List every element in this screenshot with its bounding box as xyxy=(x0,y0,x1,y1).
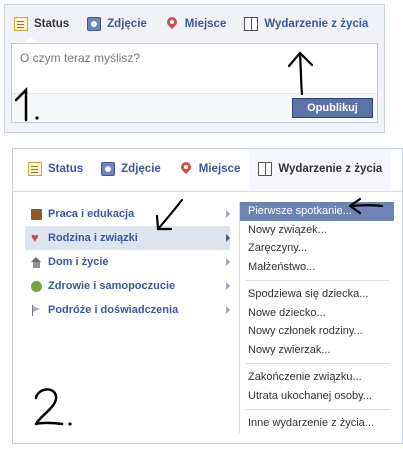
chevron-right-icon xyxy=(226,210,230,218)
category-label: Rodzina i związki xyxy=(48,232,138,244)
menu-item-expecting-baby[interactable]: Spodziewa się dziecka... xyxy=(240,285,394,304)
tab-label: Wydarzenie z życia xyxy=(278,163,383,175)
tab-label: Status xyxy=(34,18,70,30)
tab-label: Zdjęcie xyxy=(107,18,147,30)
subcategory-list: Pierwsze spotkanie... Nowy związek... Za… xyxy=(239,202,394,433)
photo-icon xyxy=(87,17,102,31)
menu-item-loss-loved-one[interactable]: Utrata ukochanej osoby... xyxy=(240,387,394,406)
tab-photo[interactable]: Zdjęcie xyxy=(92,149,170,189)
tab-life-event[interactable]: Wydarzenie z życia xyxy=(235,5,377,43)
house-icon xyxy=(31,256,42,268)
category-travel-experiences[interactable]: Podróże i doświadczenia xyxy=(25,298,230,322)
status-input[interactable]: O czym teraz myślisz? xyxy=(12,44,377,96)
book-icon xyxy=(258,162,273,176)
category-home-living[interactable]: Dom i życie xyxy=(25,250,230,274)
life-event-menu: Praca i edukacja Rodzina i związki Dom i… xyxy=(13,191,402,443)
tab-label: Status xyxy=(48,163,84,175)
menu-item-end-relationship[interactable]: Zakończenie związku... xyxy=(240,368,394,387)
composer-tabs: Status Zdjęcie Miejsce Wydarzenie z życi… xyxy=(5,5,384,44)
tab-place[interactable]: Miejsce xyxy=(156,5,236,43)
menu-divider xyxy=(246,280,390,281)
tab-status[interactable]: Status xyxy=(19,149,92,189)
menu-item-engagement[interactable]: Zaręczyny... xyxy=(240,239,394,258)
menu-divider xyxy=(246,409,390,410)
menu-item-new-relationship[interactable]: Nowy związek... xyxy=(240,221,394,240)
menu-item-first-met[interactable]: Pierwsze spotkanie... xyxy=(240,202,394,221)
menu-item-other-life-event[interactable]: Inne wydarzenie z życia... xyxy=(240,414,394,433)
tab-label: Zdjęcie xyxy=(121,163,161,175)
menu-divider xyxy=(246,363,390,364)
tab-label: Miejsce xyxy=(184,18,227,30)
status-icon xyxy=(14,17,28,31)
composer-box: O czym teraz myślisz? Opublikuj xyxy=(11,43,378,123)
category-family-relationships[interactable]: Rodzina i związki xyxy=(25,226,230,250)
chevron-right-icon xyxy=(226,282,230,290)
photo-icon xyxy=(101,162,116,176)
tab-label: Miejsce xyxy=(198,163,241,175)
life-event-menu-panel: Status Zdjęcie Miejsce Wydarzenie z życi… xyxy=(12,148,403,444)
category-health-wellness[interactable]: Zdrowie i samopoczucie xyxy=(25,274,230,298)
chevron-right-icon xyxy=(226,234,230,242)
apple-icon xyxy=(31,280,42,292)
place-icon xyxy=(165,17,179,31)
place-icon xyxy=(179,162,193,176)
category-label: Dom i życie xyxy=(48,256,109,268)
menu-item-new-pet[interactable]: Nowy zwierzak... xyxy=(240,341,394,360)
chevron-right-icon xyxy=(226,306,230,314)
status-composer-panel: Status Zdjęcie Miejsce Wydarzenie z życi… xyxy=(4,4,385,133)
flag-icon xyxy=(31,304,42,316)
tab-life-event[interactable]: Wydarzenie z życia xyxy=(249,149,392,189)
category-label: Podróże i doświadczenia xyxy=(48,304,179,316)
composer-tabs: Status Zdjęcie Miejsce Wydarzenie z życi… xyxy=(19,149,402,189)
chevron-right-icon xyxy=(226,258,230,266)
menu-item-marriage[interactable]: Małżeństwo... xyxy=(240,258,394,277)
category-label: Zdrowie i samopoczucie xyxy=(48,280,176,292)
tab-status[interactable]: Status xyxy=(5,5,78,44)
category-work-education[interactable]: Praca i edukacja xyxy=(25,202,230,226)
tab-photo[interactable]: Zdjęcie xyxy=(78,5,156,43)
composer-footer: Opublikuj xyxy=(12,93,377,122)
briefcase-icon xyxy=(31,208,42,220)
tab-label: Wydarzenie z życia xyxy=(264,18,369,30)
menu-item-new-family-member[interactable]: Nowy członek rodziny... xyxy=(240,322,394,341)
book-icon xyxy=(244,17,259,31)
publish-button[interactable]: Opublikuj xyxy=(292,98,373,118)
tab-place[interactable]: Miejsce xyxy=(170,149,250,189)
menu-item-new-child[interactable]: Nowe dziecko... xyxy=(240,304,394,323)
category-label: Praca i edukacja xyxy=(48,208,135,220)
category-list: Praca i edukacja Rodzina i związki Dom i… xyxy=(25,202,230,322)
status-icon xyxy=(28,162,42,176)
heart-icon xyxy=(31,230,42,245)
